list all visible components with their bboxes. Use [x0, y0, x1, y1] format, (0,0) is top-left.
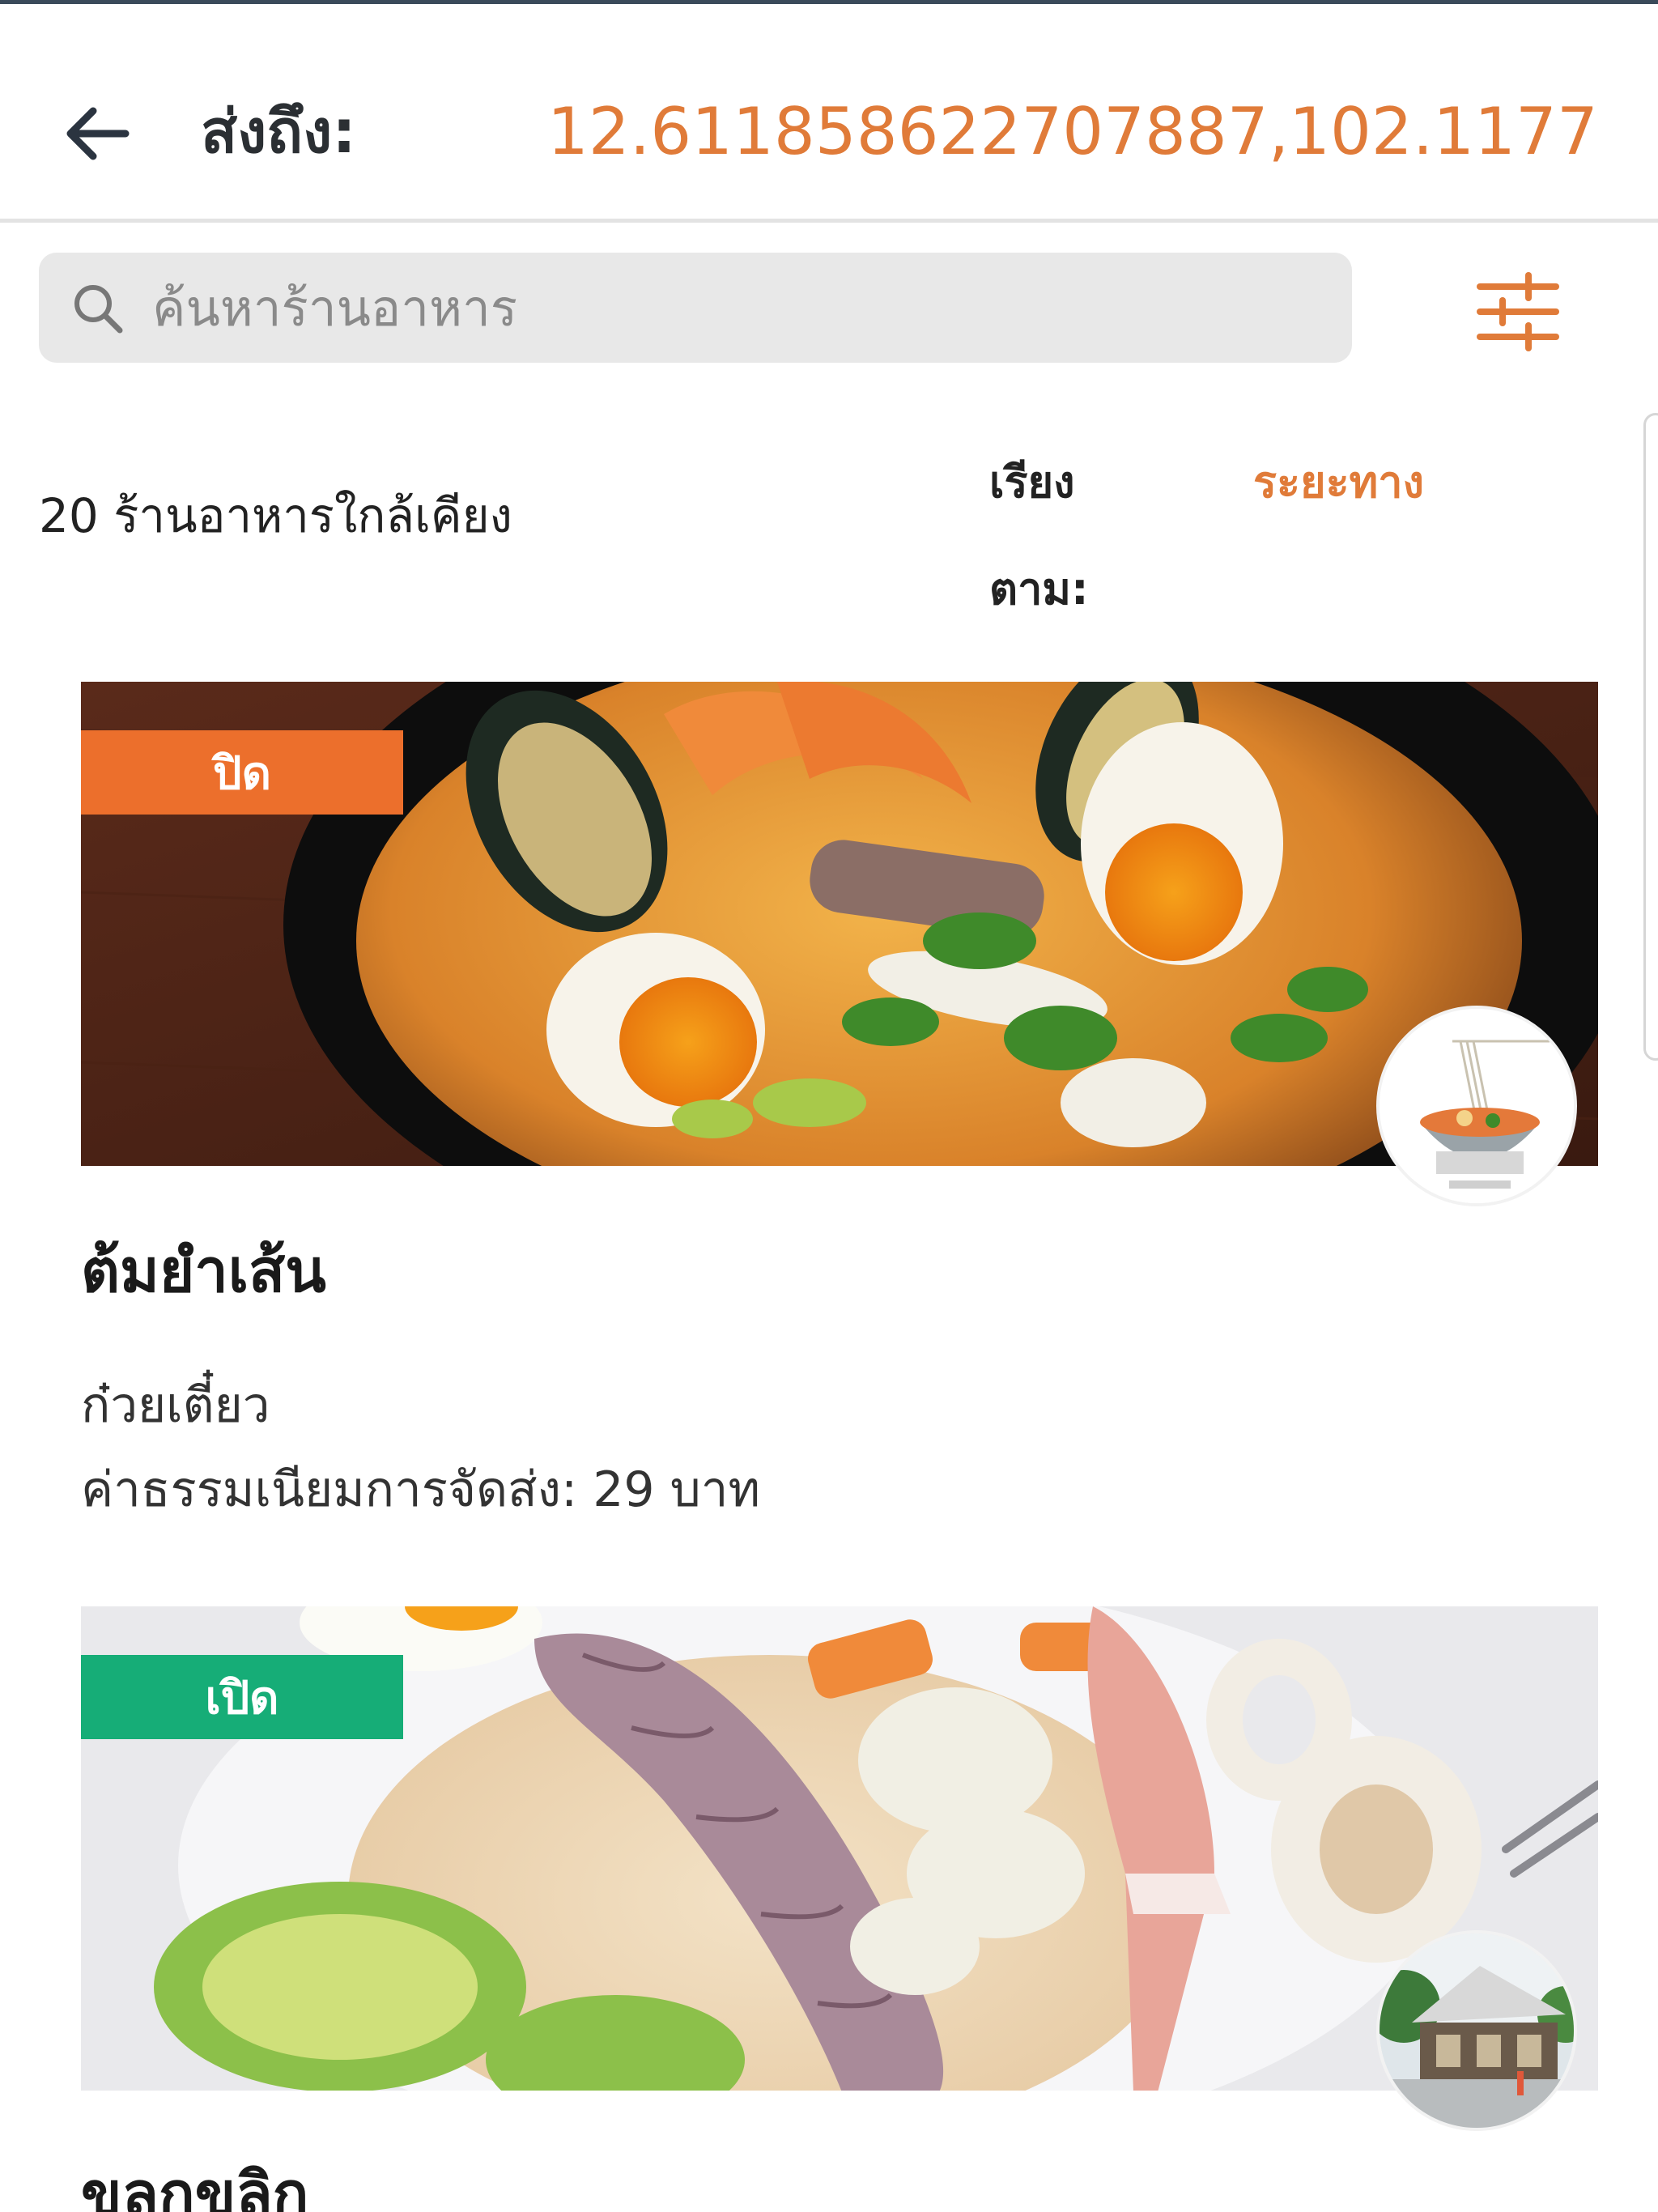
restaurant-logo — [1376, 1006, 1577, 1206]
arrow-left-icon — [66, 107, 130, 160]
noodle-bowl-logo — [1380, 1009, 1574, 1203]
restaurant-name[interactable]: ขลุกขลิก — [81, 2146, 308, 2212]
restaurant-category: ก๋วยเตี๋ยว — [81, 1377, 270, 1434]
delivery-fee: ค่าธรรมเนียมการจัดส่ง: 29 บาท — [81, 1461, 761, 1518]
restaurant-count: 20 ร้านอาหารใกล้เคียง — [39, 488, 512, 543]
restaurant-logo — [1376, 1930, 1577, 2131]
sort-label: เรียงตาม: — [989, 457, 1089, 615]
status-badge: ปิด — [81, 730, 403, 815]
search-input[interactable] — [152, 253, 1318, 363]
app-header: ส่งถึง: 12.611858622707887,102.1177 — [0, 4, 1658, 223]
side-panel-edge — [1643, 413, 1658, 1061]
restaurant-storefront-logo — [1380, 1933, 1574, 2128]
search-icon — [74, 285, 123, 334]
restaurant-name[interactable]: ต้มยำเส้น — [81, 1223, 326, 1318]
status-badge: เปิด — [81, 1655, 403, 1739]
sort-option[interactable]: ระยะทาง — [1253, 429, 1424, 536]
search-bar[interactable] — [39, 253, 1352, 363]
filter-button[interactable] — [1473, 267, 1562, 356]
delivery-location[interactable]: 12.611858622707887,102.1177 — [547, 91, 1598, 172]
back-button[interactable] — [57, 93, 138, 174]
deliver-to-label: ส่งถึง: — [201, 97, 356, 167]
sliders-icon — [1477, 272, 1559, 351]
